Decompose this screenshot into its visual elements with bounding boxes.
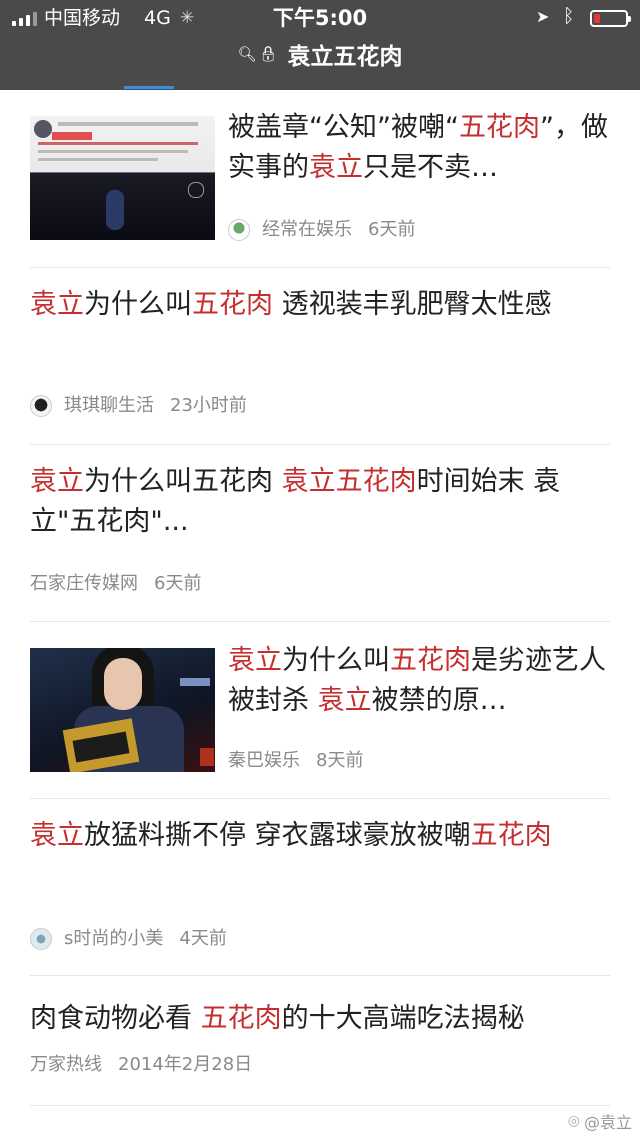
result-item[interactable]: 袁立放猛料撕不停 穿衣露球豪放被嘲五花肉 s时尚的小美 4天前: [30, 798, 610, 976]
title-keyword: 五花肉: [390, 645, 471, 676]
title-text: 被盖章“公知”被嘲“: [228, 112, 459, 143]
result-meta: 秦巴娱乐 8天前: [228, 749, 363, 773]
result-title[interactable]: 袁立放猛料撕不停 穿衣露球豪放被嘲五花肉: [30, 816, 610, 856]
title-keyword: 五花肉: [200, 1003, 282, 1034]
result-meta: 石家庄传媒网 6天前: [30, 572, 201, 596]
search-lock-icon: 🔍︎🔒︎: [237, 45, 280, 63]
title-text: 的十大高端吃法揭秘: [281, 1003, 525, 1034]
title-keyword: 袁立: [309, 152, 363, 183]
title-keyword: 五花肉: [458, 112, 540, 143]
result-item[interactable]: 袁立为什么叫五花肉是劣迹艺人被封杀 袁立被禁的原… 秦巴娱乐 8天前: [30, 621, 610, 799]
title-keyword: 袁立: [30, 466, 84, 497]
source-name: 万家热线: [30, 1054, 102, 1075]
page-title: 袁立五花肉: [287, 44, 403, 70]
result-title[interactable]: 肉食动物必看 五花肉的十大高端吃法揭秘: [30, 999, 610, 1039]
publish-time: 2014年2月28日: [118, 1054, 253, 1075]
publish-time: 6天前: [368, 219, 416, 240]
result-item[interactable]: 肉食动物必看 五花肉的十大高端吃法揭秘 万家热线 2014年2月28日: [30, 975, 610, 1106]
source-avatar: [30, 395, 52, 417]
result-meta: 琪琪聊生活 23小时前: [30, 394, 247, 418]
result-title[interactable]: 袁立为什么叫五花肉 透视装丰乳肥臀太性感: [30, 285, 610, 325]
result-thumbnail[interactable]: [30, 648, 215, 772]
result-meta: 经常在娱乐 6天前: [228, 218, 415, 242]
source-name: 石家庄传媒网: [30, 573, 138, 594]
title-keyword: 五花肉: [192, 289, 273, 320]
title-text: 肉食动物必看: [30, 1003, 201, 1034]
result-title[interactable]: 被盖章“公知”被嘲“五花肉”，做实事的袁立只是不卖…: [228, 108, 608, 188]
result-meta: s时尚的小美 4天前: [30, 927, 227, 951]
tab-indicator: [124, 86, 174, 89]
result-item[interactable]: 袁立为什么叫五花肉 透视装丰乳肥臀太性感 琪琪聊生活 23小时前: [30, 267, 610, 445]
source-avatar: [228, 219, 250, 241]
result-title[interactable]: 袁立为什么叫五花肉 袁立五花肉时间始末 袁立"五花肉"...: [30, 462, 610, 542]
source-name: 经常在娱乐: [262, 219, 352, 240]
source-name: s时尚的小美: [64, 928, 164, 949]
title-text: 透视装丰乳肥臀太性感: [273, 289, 552, 320]
weibo-logo-icon: ◎: [567, 1113, 580, 1129]
title-text: 为什么叫: [84, 289, 192, 320]
battery-level: [594, 14, 600, 23]
source-name: 秦巴娱乐: [228, 750, 300, 771]
publish-time: 8天前: [316, 750, 364, 771]
result-meta: 万家热线 2014年2月28日: [30, 1053, 252, 1077]
address-bar[interactable]: 🔍︎🔒︎ 袁立五花肉: [0, 34, 640, 74]
title-keyword: 袁立五花肉: [281, 466, 417, 497]
title-keyword: 袁立: [317, 685, 372, 716]
title-keyword: 袁立: [30, 820, 84, 851]
publish-time: 4天前: [179, 928, 227, 949]
title-text: 只是不卖…: [363, 152, 498, 183]
watermark-text: @袁立: [583, 1113, 632, 1132]
result-item[interactable]: 袁立为什么叫五花肉 袁立五花肉时间始末 袁立"五花肉"... 石家庄传媒网 6天…: [30, 444, 610, 622]
source-avatar: [30, 928, 52, 950]
location-arrow-icon: ➤: [536, 7, 550, 26]
result-thumbnail[interactable]: [30, 116, 215, 240]
title-keyword: 五花肉: [470, 820, 552, 851]
result-item[interactable]: 被盖章“公知”被嘲“五花肉”，做实事的袁立只是不卖… 经常在娱乐 6天前: [30, 90, 610, 268]
status-bar: 中国移动 4G ✳ 下午5:00 ➤ ᛒ 🔍︎🔒︎ 袁立五花肉: [0, 0, 640, 90]
title-keyword: 袁立: [228, 645, 282, 676]
title-text: 被禁的原…: [371, 685, 507, 716]
title-text: 为什么叫: [282, 645, 390, 676]
title-text: 为什么叫五花肉: [84, 466, 282, 497]
weibo-watermark: ◎ @袁立: [568, 1109, 632, 1133]
publish-time: 6天前: [154, 573, 202, 594]
title-text: 放猛料撕不停 穿衣露球豪放被嘲: [84, 820, 471, 851]
bluetooth-icon: ᛒ: [563, 5, 575, 27]
battery-icon: [590, 10, 631, 27]
result-title[interactable]: 袁立为什么叫五花肉是劣迹艺人被封杀 袁立被禁的原…: [228, 641, 608, 721]
publish-time: 23小时前: [170, 395, 247, 416]
source-name: 琪琪聊生活: [64, 395, 154, 416]
title-keyword: 袁立: [30, 289, 84, 320]
